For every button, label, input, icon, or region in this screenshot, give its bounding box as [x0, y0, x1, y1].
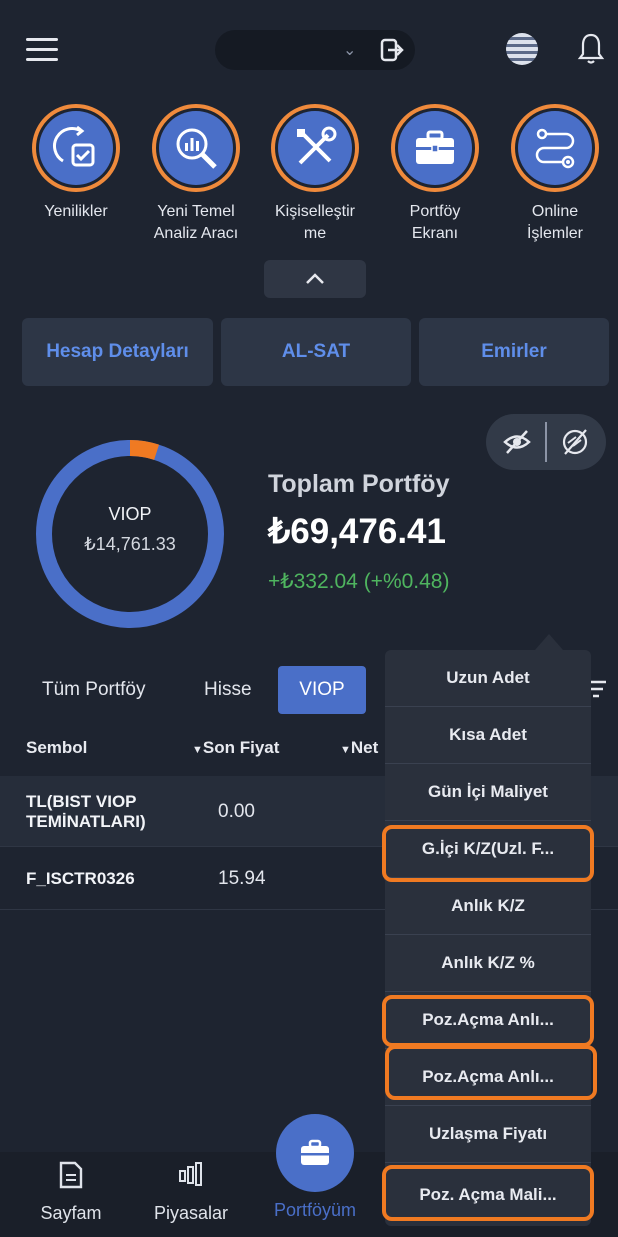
briefcase-icon	[416, 130, 454, 164]
magnifier-chart-icon	[176, 128, 217, 169]
nav-markets[interactable]: Piyasalar	[136, 1160, 246, 1224]
table-cell-symbol: F_ISCTR0326	[26, 869, 135, 888]
total-portfolio-title: Toplam Portföy	[268, 470, 450, 498]
shortcut-personalize[interactable]: Kişiselleştir me	[263, 104, 367, 245]
eye-off-icon[interactable]	[502, 428, 532, 456]
visibility-toggle-group	[486, 414, 606, 470]
column-header-last-price[interactable]: ▼Son Fiyat	[192, 738, 279, 758]
shortcut-label: Portföy Ekranı	[409, 203, 461, 242]
shortcut-analysis-tool[interactable]: Yeni Temel Analiz Aracı	[144, 104, 248, 245]
briefcase-icon	[301, 1139, 329, 1165]
daily-change: +₺332.04 (+%0.48)	[268, 570, 450, 593]
nav-portfolio-label[interactable]: Portföyüm	[260, 1200, 370, 1221]
donut-segment-value: ₺14,761.33	[84, 534, 176, 554]
tab-viop[interactable]: VIOP	[278, 666, 366, 714]
table-cell-symbol: TL(BIST VIOP TEMİNATLARI)	[26, 792, 146, 831]
menu-item-instant-pl-percent[interactable]: Anlık K/Z %	[385, 935, 591, 992]
nav-home[interactable]: Sayfam	[16, 1160, 126, 1224]
buy-sell-button[interactable]: AL-SAT	[221, 318, 411, 386]
shortcut-label: Online İşlemler	[526, 203, 583, 242]
table-cell-last-price: 15.94	[218, 868, 266, 889]
sort-down-icon: ▼	[192, 744, 203, 756]
bell-icon[interactable]	[576, 32, 606, 66]
shortcut-label: Yenilikler	[44, 203, 108, 220]
column-header-net[interactable]: ▼Net	[340, 738, 378, 758]
menu-item-intraday-cost[interactable]: Gün İçi Maliyet	[385, 764, 591, 821]
tab-all-portfolio[interactable]: Tüm Portföy	[42, 666, 145, 714]
orders-button[interactable]: Emirler	[419, 318, 609, 386]
total-portfolio-value: ₺69,476.41	[268, 512, 446, 551]
highlight-outline	[382, 825, 594, 882]
shortcut-portfolio-screen[interactable]: Portföy Ekranı	[383, 104, 487, 245]
workflow-icon	[535, 128, 575, 169]
nav-label: Sayfam	[40, 1203, 102, 1223]
shortcut-news[interactable]: Yenilikler	[24, 104, 128, 223]
shortcut-online-transactions[interactable]: Online İşlemler	[503, 104, 607, 245]
nav-label: Piyasalar	[153, 1203, 229, 1223]
logout-icon[interactable]	[375, 33, 409, 67]
shortcut-label: Yeni Temel Analiz Aracı	[153, 203, 239, 242]
highlight-outline	[382, 995, 594, 1047]
divider	[545, 422, 547, 462]
document-icon	[59, 1161, 83, 1189]
donut-segment-label: VIOP	[108, 504, 152, 524]
shortcut-label: Kişiselleştir me	[274, 203, 355, 242]
language-globe-icon[interactable]	[506, 33, 538, 65]
highlight-outline	[385, 1045, 597, 1100]
highlight-outline	[382, 1165, 594, 1221]
column-header-label: Son Fiyat	[202, 738, 280, 757]
refresh-checklist-icon	[53, 125, 95, 167]
sort-down-icon: ▼	[340, 744, 351, 756]
hide-values-icon[interactable]	[560, 427, 590, 457]
column-header-symbol[interactable]: Sembol	[26, 738, 87, 758]
column-header-label: Net	[350, 738, 379, 757]
column-selector-menu: Uzun Adet Kısa Adet Gün İçi Maliyet G.İç…	[385, 650, 591, 1226]
menu-item-short-qty[interactable]: Kısa Adet	[385, 707, 591, 764]
collapse-shortcuts-button[interactable]	[264, 260, 366, 298]
account-details-button[interactable]: Hesap Detayları	[22, 318, 213, 386]
chevron-up-icon	[306, 273, 324, 284]
menu-item-settlement-price[interactable]: Uzlaşma Fiyatı	[385, 1106, 591, 1163]
markets-bars-icon	[179, 1162, 202, 1186]
tools-icon	[297, 126, 337, 165]
table-cell-last-price: 0.00	[218, 801, 255, 822]
chevron-down-icon: ⌄	[343, 42, 357, 59]
account-selector[interactable]: ⌄	[215, 30, 415, 70]
menu-item-long-qty[interactable]: Uzun Adet	[385, 650, 591, 707]
menu-item-instant-pl[interactable]: Anlık K/Z	[385, 878, 591, 935]
hamburger-menu-icon[interactable]	[26, 38, 58, 62]
dropdown-pointer	[535, 634, 563, 650]
nav-portfolio-button[interactable]	[276, 1114, 354, 1192]
tab-stocks[interactable]: Hisse	[204, 666, 252, 714]
